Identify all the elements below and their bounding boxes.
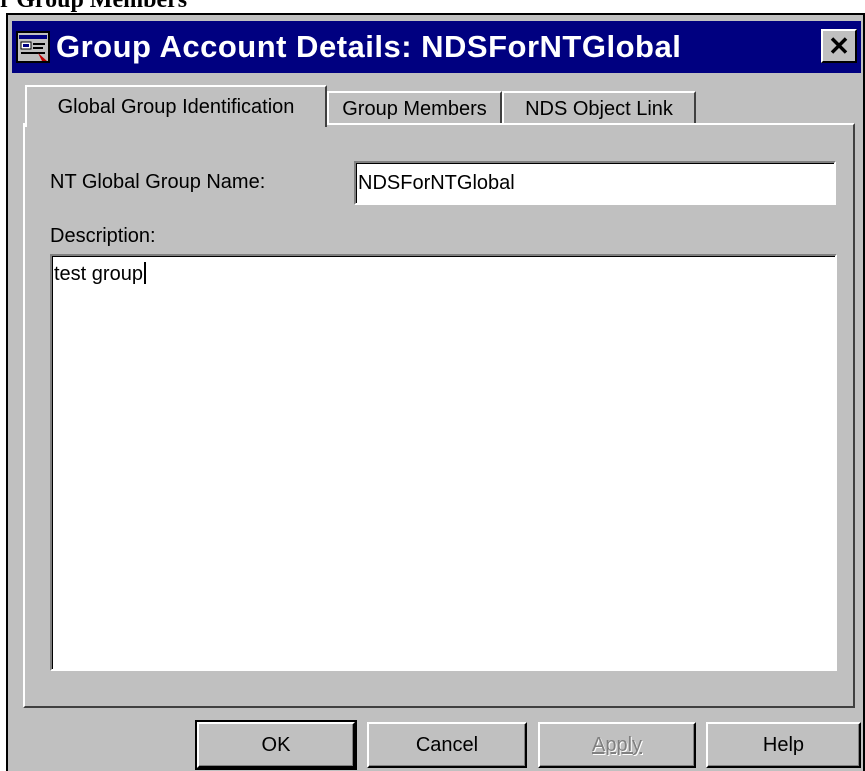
tab-nds-object-link[interactable]: NDS Object Link — [502, 91, 696, 125]
apply-button[interactable]: Apply — [538, 722, 696, 768]
title-bar[interactable]: Group Account Details: NDSForNTGlobal ✕ — [12, 21, 861, 73]
tab-panel: NT Global Group Name: Description: test … — [23, 123, 855, 708]
close-button[interactable]: ✕ — [821, 29, 857, 63]
text-caret — [143, 262, 146, 284]
help-label: Help — [762, 733, 805, 756]
close-icon: ✕ — [828, 31, 850, 61]
page-caption: r Group Members — [0, 0, 188, 13]
description-label: Description: — [50, 225, 156, 247]
window-title: Group Account Details: NDSForNTGlobal — [56, 29, 682, 64]
group-account-details-dialog: Group Account Details: NDSForNTGlobal ✕ … — [6, 13, 865, 771]
tab-group-members[interactable]: Group Members — [327, 91, 502, 125]
apply-label: Apply — [591, 733, 643, 756]
group-name-field[interactable] — [354, 161, 836, 205]
group-name-label: NT Global Group Name: — [50, 171, 266, 193]
ok-label: OK — [261, 733, 291, 756]
ok-button[interactable]: OK — [195, 720, 357, 770]
cancel-label: Cancel — [415, 733, 479, 756]
tab-global-group-identification[interactable]: Global Group Identification — [25, 85, 327, 127]
description-text: test group — [54, 262, 146, 286]
tab-label: Global Group Identification — [57, 95, 295, 118]
description-textarea[interactable]: test group — [50, 254, 837, 671]
tab-label: Group Members — [342, 97, 487, 120]
cancel-button[interactable]: Cancel — [367, 722, 527, 768]
tab-label: NDS Object Link — [525, 97, 673, 120]
group-name-input[interactable] — [356, 163, 834, 203]
app-icon — [16, 31, 50, 63]
help-button[interactable]: Help — [706, 722, 861, 768]
